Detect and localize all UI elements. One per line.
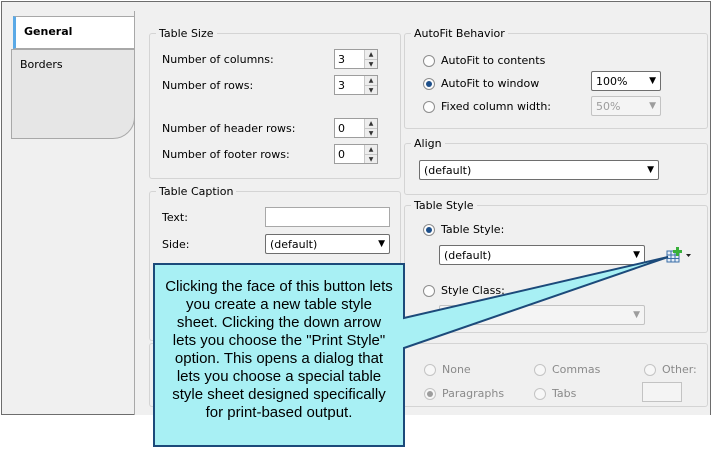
callout-text: Clicking the face of this button lets yo… [165,278,393,421]
